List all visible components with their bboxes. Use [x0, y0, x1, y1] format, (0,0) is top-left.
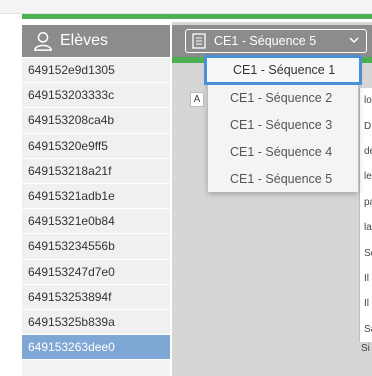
- students-title: Elèves: [60, 32, 109, 49]
- sequence-dropdown: CE1 - Séquence 1 CE1 - Séquence 2 CE1 - Sé…: [204, 55, 362, 192]
- text-fragment: Sc: [364, 247, 372, 259]
- person-icon: [33, 32, 53, 51]
- sequence-select[interactable]: CE1 - Séquence 5: [185, 29, 367, 53]
- text-fragment-below: Si: [361, 343, 370, 354]
- dropdown-option[interactable]: CE1 - Séquence 4: [208, 138, 358, 165]
- text-fragment: le: [364, 171, 372, 183]
- student-item[interactable]: 64915325b839a: [22, 309, 170, 336]
- student-item[interactable]: 649153203333c: [22, 83, 170, 109]
- student-item[interactable]: 649153208ca4b: [22, 108, 170, 134]
- dropdown-option[interactable]: CE1 - Séquence 5: [208, 165, 358, 192]
- student-item[interactable]: 649153263dee0: [22, 335, 170, 361]
- text-fragment: Il: [364, 272, 369, 284]
- text-fragment: D: [364, 120, 372, 132]
- student-item[interactable]: 649153253894f: [22, 284, 170, 310]
- text-fragment: pa: [364, 196, 372, 208]
- text-fragment: Sa: [364, 323, 372, 335]
- student-item[interactable]: 649153234556b: [22, 234, 170, 260]
- small-a-button[interactable]: A: [190, 92, 204, 107]
- top-strip: [0, 0, 372, 14]
- chevron-down-icon: [349, 37, 359, 44]
- student-item[interactable]: 649153218a21f: [22, 158, 170, 184]
- student-item[interactable]: 64915321e0b84: [22, 209, 170, 235]
- document-icon: [192, 33, 206, 49]
- student-item[interactable]: 649152e9d1305: [22, 58, 170, 84]
- dropdown-option[interactable]: CE1 - Séquence 3: [208, 111, 358, 138]
- student-item[interactable]: 64915321adb1e: [22, 183, 170, 210]
- text-fragment: lo: [364, 95, 372, 107]
- text-fragment: de: [364, 145, 372, 157]
- sequence-select-label: CE1 - Séquence 5: [214, 34, 317, 48]
- text-fragment: Il: [364, 298, 369, 310]
- dropdown-option[interactable]: CE1 - Séquence 2: [208, 84, 358, 111]
- text-panel: lo Dde le pa la Sc Il Il Sa: [359, 88, 372, 342]
- student-item[interactable]: 649153247d7e0: [22, 259, 170, 285]
- dropdown-option[interactable]: CE1 - Séquence 1: [204, 55, 362, 85]
- text-fragment: la: [364, 222, 372, 234]
- student-item[interactable]: 64915320e9ff5: [22, 133, 170, 159]
- green-progress-bar: [22, 14, 372, 19]
- students-header: Elèves: [22, 25, 170, 57]
- student-list: 649152e9d1305 649153203333c 649153208ca4b 6…: [22, 58, 170, 376]
